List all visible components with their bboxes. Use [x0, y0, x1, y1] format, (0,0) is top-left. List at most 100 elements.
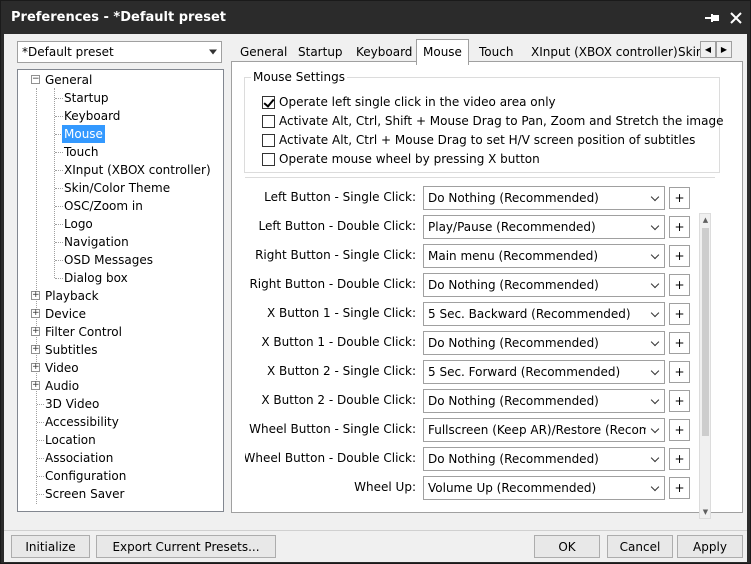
- tree-item-dialog-box[interactable]: Dialog box: [62, 269, 130, 287]
- tree-item-mouse[interactable]: Mouse: [62, 125, 105, 143]
- expand-icon[interactable]: +: [31, 363, 40, 372]
- tree-item-keyboard[interactable]: Keyboard: [62, 107, 122, 125]
- button-bindings-list[interactable]: Left Button - Single Click: Do Nothing (…: [245, 177, 715, 509]
- initialize-button[interactable]: Initialize: [11, 535, 90, 558]
- chevron-down-icon: [209, 49, 217, 55]
- tree-item-playback[interactable]: Playback: [43, 287, 101, 305]
- tree-item-navigation[interactable]: Navigation: [62, 233, 131, 251]
- check-alt-ctrl-drag-subtitles[interactable]: Activate Alt, Ctrl + Mouse Drag to set H…: [262, 132, 695, 148]
- tab-strip: General Startup Keyboard Mouse Touch XIn…: [230, 38, 720, 65]
- expand-icon[interactable]: +: [31, 309, 40, 318]
- bindings-scrollbar[interactable]: ▲ ▼: [699, 213, 711, 519]
- add-binding-button[interactable]: +: [669, 245, 690, 267]
- footer-bar: Initialize Export Current Presets... OK …: [4, 530, 747, 562]
- add-binding-button[interactable]: +: [669, 187, 690, 209]
- pin-icon[interactable]: [699, 7, 725, 29]
- binding-select[interactable]: Do Nothing (Recommended): [423, 186, 665, 210]
- add-binding-button[interactable]: +: [669, 448, 690, 470]
- tree-item-accessibility[interactable]: Accessibility: [43, 413, 121, 431]
- binding-label: Left Button - Double Click:: [258, 219, 416, 233]
- chevron-down-icon: [646, 419, 664, 441]
- tree-item-video[interactable]: Video: [43, 359, 81, 377]
- add-binding-button[interactable]: +: [669, 216, 690, 238]
- close-icon[interactable]: [723, 7, 749, 29]
- chevron-down-icon: [646, 245, 664, 267]
- tree-item-xinput[interactable]: XInput (XBOX controller): [62, 161, 213, 179]
- tree-item-screen-saver[interactable]: Screen Saver: [43, 485, 126, 503]
- client-area: *Default preset − General Startup Keyboa…: [4, 34, 747, 530]
- scroll-thumb[interactable]: [702, 228, 709, 436]
- check-label: Activate Alt, Ctrl, Shift + Mouse Drag t…: [279, 114, 724, 128]
- tree-item-3d-video[interactable]: 3D Video: [43, 395, 101, 413]
- check-label: Operate left single click in the video a…: [279, 95, 556, 109]
- binding-label: Right Button - Single Click:: [255, 248, 416, 262]
- tree-item-skin-color-theme[interactable]: Skin/Color Theme: [62, 179, 172, 197]
- binding-select[interactable]: Fullscreen (Keep AR)/Restore (Recommende…: [423, 418, 665, 442]
- expand-icon[interactable]: +: [31, 381, 40, 390]
- binding-label: X Button 2 - Double Click:: [261, 393, 416, 407]
- binding-select[interactable]: Play/Pause (Recommended): [423, 215, 665, 239]
- binding-select[interactable]: Volume Up (Recommended): [423, 476, 665, 500]
- tab-scroll-right-icon[interactable]: ▶: [716, 41, 732, 58]
- add-binding-button[interactable]: +: [669, 303, 690, 325]
- tree-item-osd-messages[interactable]: OSD Messages: [62, 251, 155, 269]
- add-binding-button[interactable]: +: [669, 361, 690, 383]
- binding-select[interactable]: Do Nothing (Recommended): [423, 447, 665, 471]
- tab-mouse[interactable]: Mouse: [416, 39, 469, 65]
- expand-icon[interactable]: +: [31, 345, 40, 354]
- tree-item-configuration[interactable]: Configuration: [43, 467, 128, 485]
- binding-select[interactable]: Do Nothing (Recommended): [423, 331, 665, 355]
- scroll-up-icon[interactable]: ▲: [701, 215, 710, 225]
- checkbox[interactable]: [262, 133, 275, 147]
- add-binding-button[interactable]: +: [669, 332, 690, 354]
- preset-select[interactable]: *Default preset: [17, 41, 222, 63]
- tree-item-location[interactable]: Location: [43, 431, 98, 449]
- add-binding-button[interactable]: +: [669, 419, 690, 441]
- tree-item-general[interactable]: General: [43, 71, 94, 89]
- binding-select[interactable]: Main menu (Recommended): [423, 244, 665, 268]
- chevron-down-icon: [646, 274, 664, 296]
- check-left-single-click-video-area[interactable]: Operate left single click in the video a…: [262, 94, 556, 110]
- binding-row: Right Button - Double Click: Do Nothing …: [245, 273, 715, 297]
- tree-item-audio[interactable]: Audio: [43, 377, 81, 395]
- ok-button[interactable]: OK: [534, 535, 600, 558]
- cancel-button[interactable]: Cancel: [607, 535, 673, 558]
- check-alt-ctrl-shift-drag[interactable]: Activate Alt, Ctrl, Shift + Mouse Drag t…: [262, 113, 723, 129]
- binding-select[interactable]: 5 Sec. Forward (Recommended): [423, 360, 665, 384]
- expand-icon[interactable]: +: [31, 327, 40, 336]
- tree-item-osc-zoom[interactable]: OSC/Zoom in: [62, 197, 145, 215]
- binding-select[interactable]: 5 Sec. Backward (Recommended): [423, 302, 665, 326]
- tree-item-subtitles[interactable]: Subtitles: [43, 341, 100, 359]
- checkbox[interactable]: [262, 95, 275, 109]
- add-binding-button[interactable]: +: [669, 477, 690, 499]
- check-wheel-by-x-button[interactable]: Operate mouse wheel by pressing X button: [262, 151, 540, 167]
- binding-select[interactable]: Do Nothing (Recommended): [423, 389, 665, 413]
- tree-item-touch[interactable]: Touch: [62, 143, 100, 161]
- tree-item-logo[interactable]: Logo: [62, 215, 95, 233]
- scroll-down-icon[interactable]: ▼: [701, 507, 710, 517]
- tree-item-startup[interactable]: Startup: [62, 89, 111, 107]
- tab-scroll-left-icon[interactable]: ◀: [700, 41, 716, 58]
- binding-label: X Button 1 - Single Click:: [267, 306, 416, 320]
- tree-item-association[interactable]: Association: [43, 449, 115, 467]
- settings-tree[interactable]: − General Startup Keyboard Mouse Touch X…: [17, 69, 224, 512]
- add-binding-button[interactable]: +: [669, 274, 690, 296]
- add-binding-button[interactable]: +: [669, 390, 690, 412]
- apply-button[interactable]: Apply: [677, 535, 743, 558]
- binding-value: 5 Sec. Forward (Recommended): [428, 365, 621, 379]
- check-label: Activate Alt, Ctrl + Mouse Drag to set H…: [279, 133, 696, 147]
- expand-icon[interactable]: +: [31, 291, 40, 300]
- tree-item-device[interactable]: Device: [43, 305, 88, 323]
- binding-row: Wheel Button - Double Click: Do Nothing …: [245, 447, 715, 471]
- binding-row: X Button 1 - Double Click: Do Nothing (R…: [245, 331, 715, 355]
- checkbox[interactable]: [262, 152, 275, 166]
- title-bar[interactable]: Preferences - *Default preset: [1, 1, 750, 34]
- collapse-icon[interactable]: −: [31, 75, 40, 84]
- binding-select[interactable]: Do Nothing (Recommended): [423, 273, 665, 297]
- export-presets-button[interactable]: Export Current Presets...: [96, 535, 276, 558]
- binding-label: Right Button - Double Click:: [249, 277, 416, 291]
- binding-row: Left Button - Single Click: Do Nothing (…: [245, 186, 715, 210]
- tree-item-filter-control[interactable]: Filter Control: [43, 323, 124, 341]
- binding-value: Volume Up (Recommended): [428, 481, 597, 495]
- checkbox[interactable]: [262, 114, 275, 128]
